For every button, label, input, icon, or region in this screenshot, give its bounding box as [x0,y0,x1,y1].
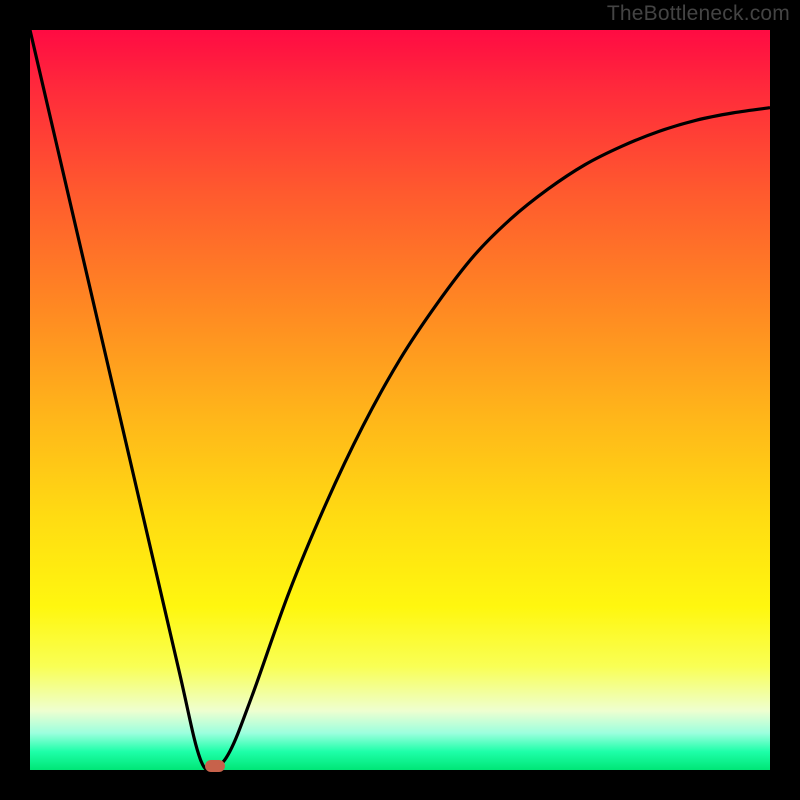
watermark-text: TheBottleneck.com [607,2,790,26]
plot-area [30,30,770,770]
minimum-marker [205,760,225,772]
chart-container: TheBottleneck.com [0,0,800,800]
bottleneck-curve [30,30,770,770]
curve-path [30,30,770,770]
